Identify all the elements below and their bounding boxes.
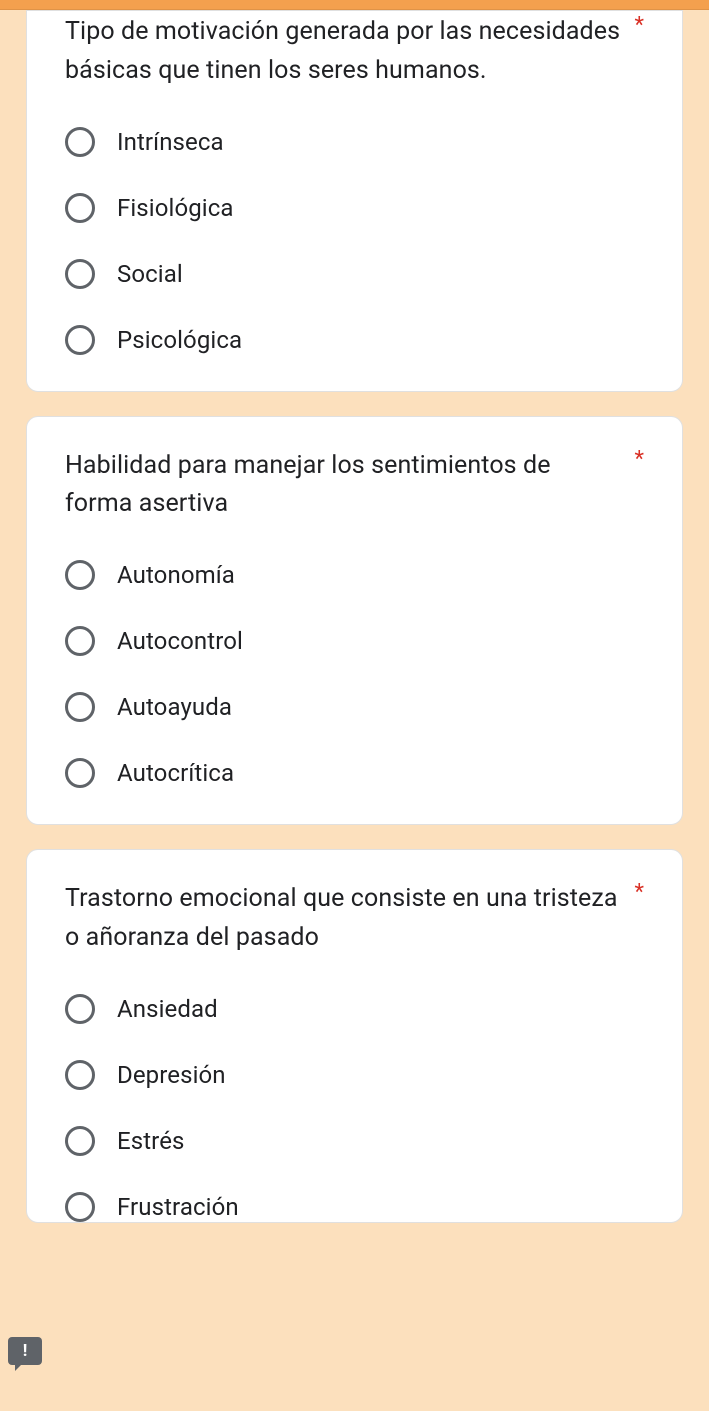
option-label: Autocrítica	[117, 759, 234, 787]
radio-option[interactable]: Autonomía	[65, 560, 644, 590]
radio-option[interactable]: Intrínseca	[65, 127, 644, 157]
radio-option[interactable]: Autocrítica	[65, 758, 644, 788]
question-text: Habilidad para manejar los sentimientos …	[65, 447, 621, 525]
required-marker: *	[635, 880, 644, 906]
option-label: Autonomía	[117, 561, 235, 589]
radio-icon	[65, 325, 95, 355]
question-header: Habilidad para manejar los sentimientos …	[65, 447, 644, 525]
radio-option[interactable]: Estrés	[65, 1126, 644, 1156]
radio-icon	[65, 259, 95, 289]
radio-option[interactable]: Depresión	[65, 1060, 644, 1090]
radio-option[interactable]: Social	[65, 259, 644, 289]
radio-icon	[65, 560, 95, 590]
question-card: Habilidad para manejar los sentimientos …	[26, 416, 683, 826]
option-label: Intrínseca	[117, 128, 224, 156]
radio-option[interactable]: Frustración	[65, 1192, 644, 1222]
exclamation-icon: !	[23, 1343, 28, 1360]
options-list: Autonomía Autocontrol Autoayuda Autocrít…	[65, 560, 644, 788]
radio-icon	[65, 994, 95, 1024]
option-label: Social	[117, 260, 183, 288]
option-label: Psicológica	[117, 326, 242, 354]
option-label: Ansiedad	[117, 995, 218, 1023]
radio-icon	[65, 1126, 95, 1156]
radio-option[interactable]: Ansiedad	[65, 994, 644, 1024]
option-label: Fisiológica	[117, 194, 234, 222]
radio-option[interactable]: Autocontrol	[65, 626, 644, 656]
option-label: Estrés	[117, 1127, 185, 1155]
radio-icon	[65, 1060, 95, 1090]
question-text: Trastorno emocional que consiste en una …	[65, 880, 621, 958]
radio-icon	[65, 193, 95, 223]
question-card: Tipo de motivación generada por las nece…	[26, 10, 683, 392]
feedback-icon[interactable]: !	[8, 1337, 42, 1365]
option-label: Autocontrol	[117, 627, 243, 655]
form-container: Tipo de motivación generada por las nece…	[0, 10, 709, 1233]
option-label: Autoayuda	[117, 693, 232, 721]
radio-option[interactable]: Psicológica	[65, 325, 644, 355]
options-list: Ansiedad Depresión Estrés Frustración	[65, 994, 644, 1222]
required-marker: *	[635, 447, 644, 473]
option-label: Frustración	[117, 1193, 239, 1221]
question-header: Tipo de motivación generada por las nece…	[65, 13, 644, 91]
question-text: Tipo de motivación generada por las nece…	[65, 13, 621, 91]
radio-icon	[65, 1192, 95, 1222]
radio-icon	[65, 626, 95, 656]
radio-icon	[65, 127, 95, 157]
radio-icon	[65, 758, 95, 788]
radio-icon	[65, 692, 95, 722]
question-header: Trastorno emocional que consiste en una …	[65, 880, 644, 958]
radio-option[interactable]: Autoayuda	[65, 692, 644, 722]
options-list: Intrínseca Fisiológica Social Psicológic…	[65, 127, 644, 355]
question-card: Trastorno emocional que consiste en una …	[26, 849, 683, 1223]
option-label: Depresión	[117, 1061, 226, 1089]
required-marker: *	[635, 13, 644, 39]
radio-option[interactable]: Fisiológica	[65, 193, 644, 223]
top-accent-bar	[0, 0, 709, 10]
